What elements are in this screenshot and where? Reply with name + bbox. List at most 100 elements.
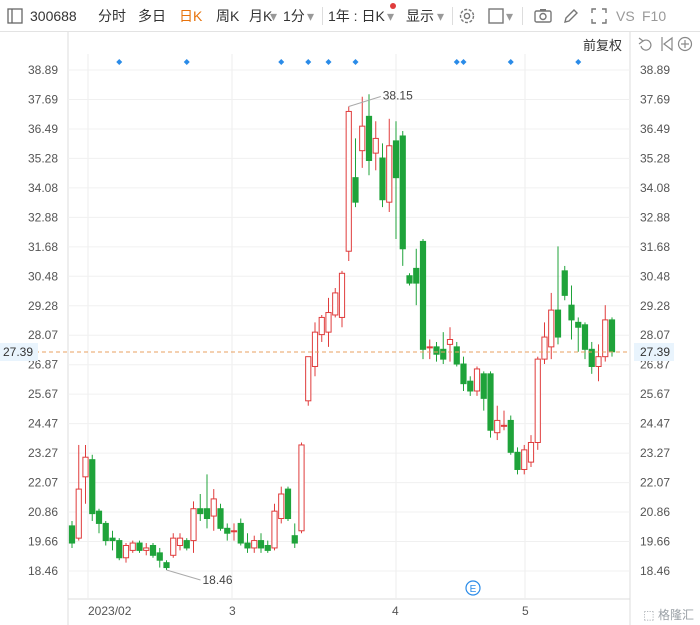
camera-icon[interactable] [532,5,554,27]
y-tick-label-left: 23.27 [28,446,58,460]
candle-body-down [203,508,211,520]
chevron-down-icon[interactable]: ▾ [506,7,513,25]
candle-body-down [95,510,103,524]
event-e-icon[interactable]: E [465,580,481,596]
kline-chart[interactable]: 2023/02 3 4 5 前复权 38.89 38.89 37.69 37.69 36… [0,32,700,625]
candle-body-down [116,540,123,559]
checkbox-icon[interactable] [485,5,507,27]
candle-body-up [338,272,346,318]
x-tick-label: 4 [392,604,399,618]
x-tick-label: 5 [522,604,529,618]
candle-body-up [82,456,89,478]
candle-body-up [548,309,555,348]
notification-dot-icon [390,3,396,9]
candle-body-up [210,498,217,517]
tab-multi-day[interactable]: 多日 [138,7,166,25]
y-tick-label-right: 18.46 [640,564,670,578]
candle-body-up [473,368,481,392]
vs-compare-button[interactable]: VS [616,7,635,25]
settings-icon[interactable] [456,5,478,27]
range-select[interactable]: 1年 : 日K [328,7,385,25]
candle-body-up [359,125,366,152]
y-tick-label-right: 36.49 [640,122,670,136]
y-tick-label-left: 20.86 [28,505,58,519]
candle-body-down [183,540,190,549]
y-tick-label-left: 31.68 [28,240,58,254]
tab-intraday[interactable]: 分时 [98,7,126,25]
display-menu[interactable]: 显示 [406,7,434,25]
candle-body-down [440,348,447,360]
zoom-in-icon[interactable] [677,36,693,52]
event-marker-diamond [116,59,123,65]
fullscreen-icon[interactable] [588,5,610,27]
candle-body-down [392,140,400,179]
tab-weekly-k[interactable]: 周K [216,7,239,25]
toolbar: 300688 分时 多日 日K 周K 月K ▾ 1分 ▾ 1年 : 日K ▾ 显… [0,0,700,32]
candle-body-up [500,424,508,427]
candle-body-up [325,312,332,333]
event-marker-diamond [575,59,582,65]
candle-body-down [514,451,521,470]
y-tick-label-left: 30.48 [28,269,58,283]
chevron-down-icon[interactable]: ▾ [437,7,444,25]
event-e-label: E [470,584,477,595]
candle-body-down [264,544,271,551]
event-marker-diamond [183,59,190,65]
y-tick-label-left: 18.46 [28,564,58,578]
candle-body-up [251,540,258,549]
candle-body-down [284,488,292,520]
f10-button[interactable]: F10 [642,7,666,25]
y-tick-label-left: 19.66 [28,535,58,549]
event-marker-diamond [325,59,332,65]
candle-body-down [608,319,616,353]
candle-body-down [163,562,170,569]
candle-body-up [190,508,197,542]
candle-body-up [75,488,82,539]
y-tick-label-left: 38.89 [28,63,58,77]
candle-body-up [602,319,609,358]
y-tick-label-right: 23.27 [640,446,670,460]
reset-icon[interactable] [661,36,673,52]
candle-body-down [224,527,231,534]
candle-body-down [487,373,494,431]
pencil-icon[interactable] [560,5,582,27]
chevron-down-icon[interactable]: ▾ [307,7,314,25]
panel-toggle-icon[interactable] [4,5,26,27]
candle-body-up [541,336,548,360]
chevron-down-icon[interactable]: ▾ [270,7,277,25]
candle-body-down [291,535,298,544]
divider [322,7,323,25]
candle-body-up [595,356,602,367]
price-tag-right-text: 27.39 [640,345,670,359]
adjust-mode-label[interactable]: 前复权 [583,38,622,53]
candle-body-down [379,157,386,201]
candle-body-down [89,459,96,515]
tab-monthly-k[interactable]: 月K [249,7,272,25]
candle-body-up [386,145,393,203]
candle-body-down [217,508,224,529]
price-tag-left-text: 27.39 [3,345,33,359]
y-tick-label-right: 30.48 [640,269,670,283]
y-tick-label-right: 22.07 [640,476,670,490]
y-tick-label-left: 24.47 [28,417,58,431]
high-annotation-label: 38.15 [383,89,413,103]
y-tick-label-right: 28.07 [640,328,670,342]
undo-icon[interactable] [638,37,652,51]
candle-body-up [122,544,130,559]
candle-body-up [129,542,136,551]
tab-daily-k[interactable]: 日K [179,7,202,25]
candle-body-down [467,380,474,392]
y-tick-label-right: 32.88 [640,210,670,224]
candle-body-down [68,525,76,544]
tab-minute[interactable]: 1分 [283,7,305,25]
y-tick-label-left: 22.07 [28,476,58,490]
y-tick-label-right: 35.28 [640,151,670,165]
candle-body-down [419,240,427,350]
candle-body-up [332,292,339,316]
candle-body-down [102,522,109,542]
y-tick-label-left: 32.88 [28,210,58,224]
candle-body-up [311,331,319,367]
candle-body-down [257,540,265,549]
y-tick-label-right: 38.89 [640,63,670,77]
event-marker-diamond [460,59,467,65]
